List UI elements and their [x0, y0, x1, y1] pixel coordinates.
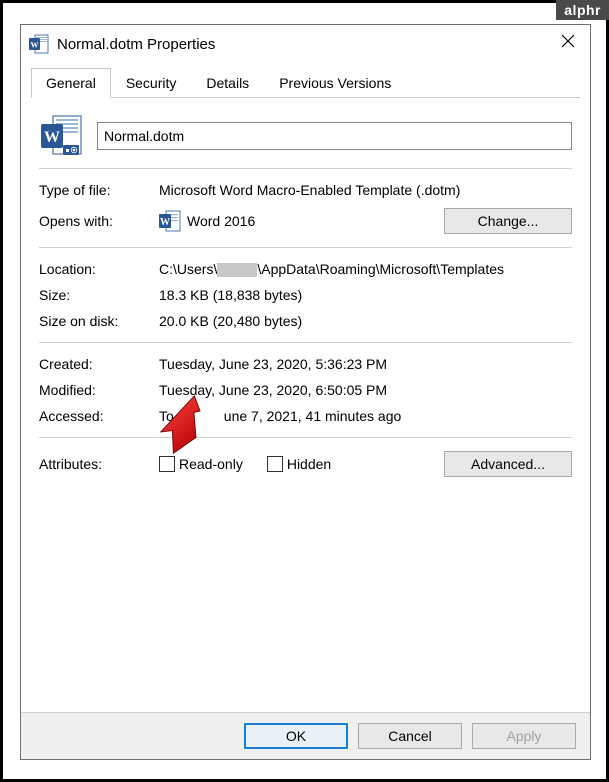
- tab-bar: General Security Details Previous Versio…: [31, 67, 580, 98]
- divider: [39, 247, 572, 248]
- accessed-value: Toune 7, 2021, 41 minutes ago: [159, 408, 572, 424]
- created-label: Created:: [39, 356, 159, 372]
- dialog-footer: OK Cancel Apply: [21, 712, 590, 759]
- hidden-checkbox-wrap[interactable]: Hidden: [267, 456, 331, 472]
- svg-text:W: W: [31, 41, 39, 50]
- size-on-disk-label: Size on disk:: [39, 313, 159, 329]
- created-value: Tuesday, June 23, 2020, 5:36:23 PM: [159, 356, 572, 372]
- hidden-checkbox[interactable]: [267, 456, 283, 472]
- tab-previous-versions[interactable]: Previous Versions: [264, 68, 406, 98]
- alphr-logo: alphr: [556, 0, 609, 20]
- svg-text:W: W: [44, 129, 60, 146]
- location-label: Location:: [39, 261, 159, 277]
- location-value: C:\Users\\AppData\Roaming\Microsoft\Temp…: [159, 261, 572, 277]
- svg-text:W: W: [160, 217, 170, 228]
- advanced-button[interactable]: Advanced...: [444, 451, 572, 477]
- word-document-icon: W: [29, 34, 49, 54]
- tab-details[interactable]: Details: [191, 68, 264, 98]
- tabs-area: General Security Details Previous Versio…: [21, 61, 590, 98]
- size-on-disk-value: 20.0 KB (20,480 bytes): [159, 313, 572, 329]
- size-label: Size:: [39, 287, 159, 303]
- tab-content-general: W Type of file: Microsoft Word Macro-Ena…: [21, 98, 590, 712]
- opens-with-app: Word 2016: [187, 213, 255, 229]
- redacted-username: [217, 263, 257, 277]
- divider: [39, 437, 572, 438]
- change-button[interactable]: Change...: [444, 208, 572, 234]
- hidden-label: Hidden: [287, 456, 331, 472]
- modified-label: Modified:: [39, 382, 159, 398]
- readonly-checkbox-wrap[interactable]: Read-only: [159, 456, 243, 472]
- properties-window: W Normal.dotm Properties General Securit…: [20, 24, 591, 760]
- divider: [39, 168, 572, 169]
- opens-with-label: Opens with:: [39, 213, 159, 229]
- readonly-checkbox[interactable]: [159, 456, 175, 472]
- apply-button[interactable]: Apply: [472, 723, 576, 749]
- type-value: Microsoft Word Macro-Enabled Template (.…: [159, 182, 572, 198]
- size-value: 18.3 KB (18,838 bytes): [159, 287, 572, 303]
- cancel-button[interactable]: Cancel: [358, 723, 462, 749]
- type-label: Type of file:: [39, 182, 159, 198]
- word-app-icon: W: [159, 210, 181, 232]
- window-title: Normal.dotm Properties: [57, 36, 556, 53]
- divider: [39, 342, 572, 343]
- accessed-label: Accessed:: [39, 408, 159, 424]
- close-button[interactable]: [556, 32, 580, 56]
- word-template-icon: W: [39, 114, 83, 158]
- readonly-label: Read-only: [179, 456, 243, 472]
- tab-security[interactable]: Security: [111, 68, 192, 98]
- attributes-label: Attributes:: [39, 456, 159, 472]
- filename-input[interactable]: [97, 122, 572, 150]
- titlebar: W Normal.dotm Properties: [21, 25, 590, 61]
- modified-value: Tuesday, June 23, 2020, 6:50:05 PM: [159, 382, 572, 398]
- ok-button[interactable]: OK: [244, 723, 348, 749]
- tab-general[interactable]: General: [31, 68, 111, 98]
- opens-with-value: W Word 2016: [159, 210, 444, 232]
